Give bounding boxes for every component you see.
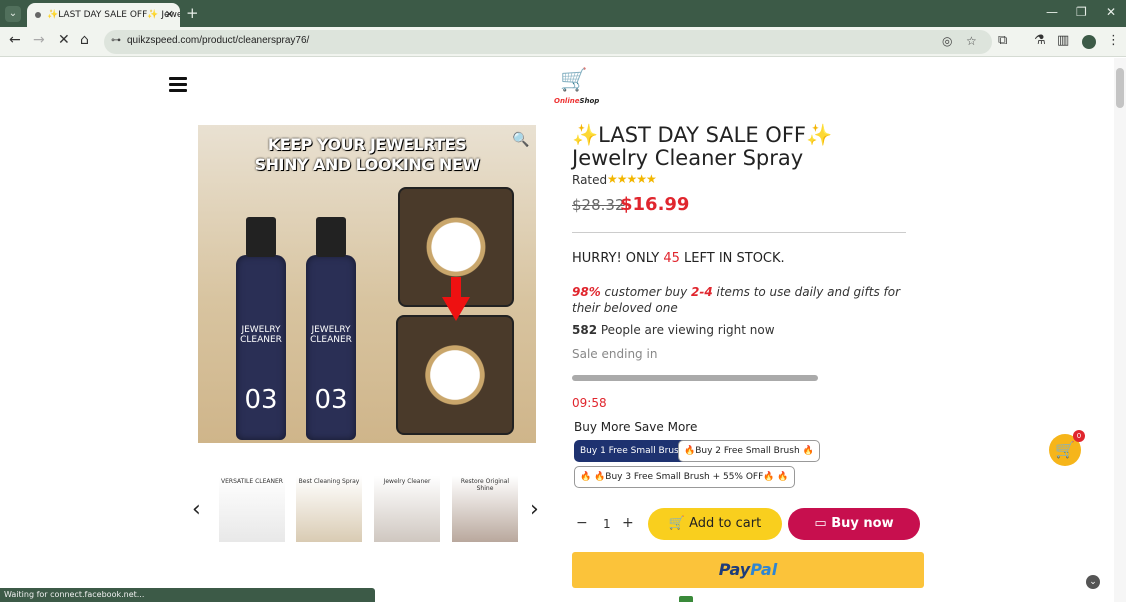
bundle-option-3[interactable]: 🔥 🔥Buy 3 Free Small Brush + 55% OFF🔥 🔥 (574, 466, 795, 488)
sale-progress-bar (572, 375, 818, 381)
page-scrollbar[interactable] (1114, 58, 1126, 602)
logo-text: OnlineShop (554, 97, 600, 105)
watch-after-image (396, 315, 514, 435)
menu-dots-icon[interactable]: ⋮ (1107, 33, 1120, 48)
viewing-count: 582 People are viewing right now (572, 323, 775, 337)
chevron-right-icon[interactable]: › (530, 497, 539, 522)
minimize-icon[interactable]: — (1046, 5, 1058, 19)
close-window-icon[interactable]: ✕ (1106, 5, 1116, 19)
cart-icon: 🛒 (1055, 440, 1075, 459)
cart-icon: 🛒 (668, 516, 690, 531)
tab-bar: ⌄ ✨LAST DAY SALE OFF✨ Jewe ✕ + — ❐ ✕ (0, 0, 1126, 27)
stop-icon[interactable]: ✕ (58, 32, 70, 48)
extensions-icon[interactable]: ⧉ (998, 33, 1007, 48)
image-headline-2: SHINY AND LOOKING NEW (254, 155, 480, 174)
image-headline-1: KEEP YOUR JEWELRTES (267, 135, 467, 154)
product-title: ✨LAST DAY SALE OFF✨ Jewelry Cleaner Spra… (572, 123, 833, 170)
thumbnail[interactable]: Restore Original Shine (452, 476, 518, 542)
sale-ending-label: Sale ending in (572, 347, 658, 361)
home-icon[interactable]: ⌂ (80, 32, 89, 48)
url-text[interactable]: quikzspeed.com/product/cleanerspray76/ (127, 35, 309, 46)
tab-active[interactable]: ✨LAST DAY SALE OFF✨ Jewe ✕ (27, 3, 180, 27)
tab-title: ✨LAST DAY SALE OFF✨ Jewe (47, 10, 180, 20)
maximize-icon[interactable]: ❐ (1076, 5, 1087, 19)
bottle-image: JEWELRY CLEANER 03 (236, 217, 286, 440)
logo-cart-icon: 🛒 (560, 68, 588, 93)
bundle-option-1[interactable]: Buy 1 Free Small Brush (574, 440, 691, 462)
add-to-cart-button[interactable]: 🛒 Add to cart (648, 508, 782, 540)
favicon-icon (35, 11, 41, 18)
stock-notice: HURRY! ONLY 45 LEFT IN STOCK. (572, 251, 785, 266)
search-zoom-icon[interactable]: 🔍 (512, 132, 529, 148)
bundle-heading: Buy More Save More (574, 420, 698, 434)
quantity-stepper: − 1 + (572, 509, 638, 539)
divider (572, 232, 906, 233)
plus-button[interactable]: + (622, 515, 634, 531)
countdown-timer: 09:58 (572, 396, 607, 410)
forward-icon[interactable]: → (33, 32, 45, 48)
status-bar: Waiting for connect.facebook.net... (0, 588, 375, 602)
browser-toolbar: ← → ✕ ⌂ ⊶ quikzspeed.com/product/cleaner… (0, 27, 1126, 57)
hamburger-icon[interactable] (169, 77, 187, 92)
bundle-option-2[interactable]: 🔥Buy 2 Free Small Brush 🔥 (678, 440, 820, 462)
sale-price: $16.99 (620, 194, 690, 215)
tab-close-icon[interactable]: ✕ (165, 3, 174, 27)
scrollbar-thumb[interactable] (1116, 68, 1124, 108)
new-tab-button[interactable]: + (186, 4, 199, 22)
scroll-top-icon[interactable]: ⌄ (1086, 575, 1100, 589)
red-arrow-icon (442, 277, 470, 321)
buy-now-button[interactable]: ▭ Buy now (788, 508, 920, 540)
profile-icon[interactable] (1082, 35, 1096, 49)
trust-badge-icon (679, 596, 693, 602)
bottle-image: JEWELRY CLEANER 03 (306, 217, 356, 440)
lab-icon[interactable]: ⚗ (1034, 33, 1046, 48)
address-bar[interactable]: ⊶ quikzspeed.com/product/cleanerspray76/… (104, 30, 992, 54)
old-price: $28.32 (572, 196, 625, 214)
site-logo[interactable]: 🛒 OnlineShop (550, 68, 600, 108)
minus-button[interactable]: − (576, 515, 588, 531)
star-icon[interactable]: ☆ (966, 34, 977, 48)
customer-note: 98% customer buy 2-4 items to use daily … (572, 285, 901, 315)
tab-list-icon[interactable]: ⌄ (5, 6, 21, 22)
thumbnail[interactable]: VERSATILE CLEANER (219, 476, 285, 542)
eye-off-icon[interactable]: ◎ (942, 34, 952, 48)
card-icon: ▭ (814, 516, 832, 531)
thumbnail[interactable]: Best Cleaning Spray (296, 476, 362, 542)
product-main-image[interactable]: KEEP YOUR JEWELRTES SHINY AND LOOKING NE… (198, 125, 536, 443)
sidebar-icon[interactable]: ▥ (1057, 33, 1069, 48)
thumbnail[interactable]: Jewelry Cleaner (374, 476, 440, 542)
paypal-button[interactable]: PayPal (572, 552, 924, 588)
back-icon[interactable]: ← (9, 32, 21, 48)
quantity-value[interactable]: 1 (603, 517, 611, 531)
site-info-icon[interactable]: ⊶ (111, 35, 121, 46)
cart-count-badge: 0 (1073, 430, 1085, 442)
rating-stars: ★★★★★ (607, 172, 657, 186)
rated-label: Rated (572, 173, 608, 187)
chevron-left-icon[interactable]: ‹ (192, 497, 201, 522)
